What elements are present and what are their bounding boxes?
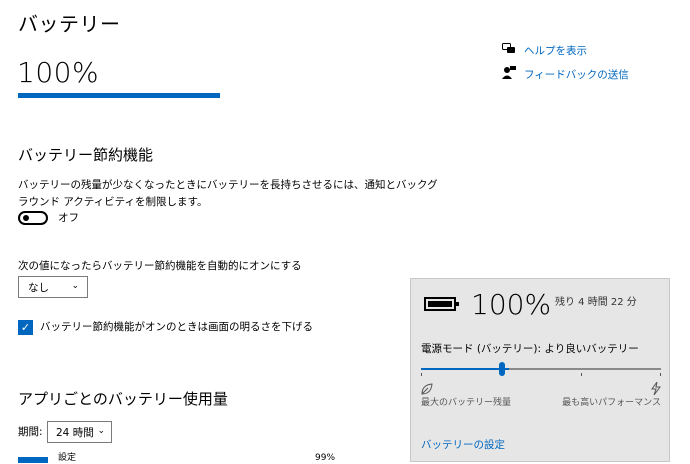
battery-saver-description: バッテリーの残量が少なくなったときにバッテリーを長持ちさせるには、通知とバックグ… bbox=[18, 179, 438, 208]
reduce-brightness-checkbox[interactable]: ✓ bbox=[18, 320, 33, 335]
slider-thumb[interactable] bbox=[499, 362, 505, 376]
send-feedback-link[interactable]: フィードバックの送信 bbox=[502, 66, 629, 82]
toggle-knob bbox=[23, 215, 29, 221]
remaining-time: 残り 4 時間 22 分 bbox=[555, 297, 637, 308]
battery-settings-link[interactable]: バッテリーの設定 bbox=[421, 437, 505, 452]
battery-percent: 100% bbox=[17, 56, 100, 89]
flyout-percent: 100% bbox=[471, 288, 552, 321]
battery-saver-toggle[interactable] bbox=[18, 211, 48, 225]
battery-full-icon bbox=[424, 297, 459, 311]
battery-flyout: 100% 残り 4 時間 22 分 電源モード (バッテリー): より良いバッテ… bbox=[410, 278, 670, 462]
power-mode-label: 電源モード (バッテリー): より良いバッテリー bbox=[421, 343, 639, 355]
feedback-person-icon bbox=[502, 66, 516, 82]
slider-left-label: 最大のバッテリー残量 bbox=[421, 398, 512, 408]
reduce-brightness-label: バッテリー節約機能がオンのときは画面の明るさを下げる bbox=[40, 321, 313, 333]
page-title: バッテリー bbox=[18, 12, 121, 36]
battery-level-fill bbox=[18, 93, 220, 98]
period-value: 24 時間 bbox=[56, 427, 94, 439]
battery-saver-title: バッテリー節約機能 bbox=[18, 146, 154, 164]
help-chat-icon bbox=[502, 43, 516, 58]
toggle-state-label: オフ bbox=[58, 212, 79, 224]
show-help-label: ヘルプを表示 bbox=[524, 45, 587, 57]
checkmark-icon: ✓ bbox=[20, 321, 31, 334]
chevron-down-icon: ⌄ bbox=[97, 426, 105, 436]
app-name: 設定 bbox=[58, 453, 77, 463]
show-help-link[interactable]: ヘルプを表示 bbox=[502, 43, 587, 58]
send-feedback-label: フィードバックの送信 bbox=[524, 68, 629, 81]
period-dropdown[interactable]: 24 時間 ⌄ bbox=[47, 421, 112, 443]
usage-title: アプリごとのバッテリー使用量 bbox=[18, 390, 228, 408]
app-usage-bar bbox=[18, 457, 48, 463]
auto-on-value: なし bbox=[28, 282, 49, 294]
chevron-down-icon: ⌄ bbox=[71, 281, 79, 291]
auto-on-label: 次の値になったらバッテリー節約機能を自動的にオンにする bbox=[18, 260, 302, 272]
slider-right-label: 最も高いパフォーマンス bbox=[562, 398, 661, 408]
auto-on-dropdown[interactable]: なし ⌄ bbox=[18, 276, 88, 298]
app-percent: 99% bbox=[315, 453, 336, 463]
battery-level-bar bbox=[18, 93, 220, 98]
period-label: 期間: bbox=[18, 426, 43, 438]
